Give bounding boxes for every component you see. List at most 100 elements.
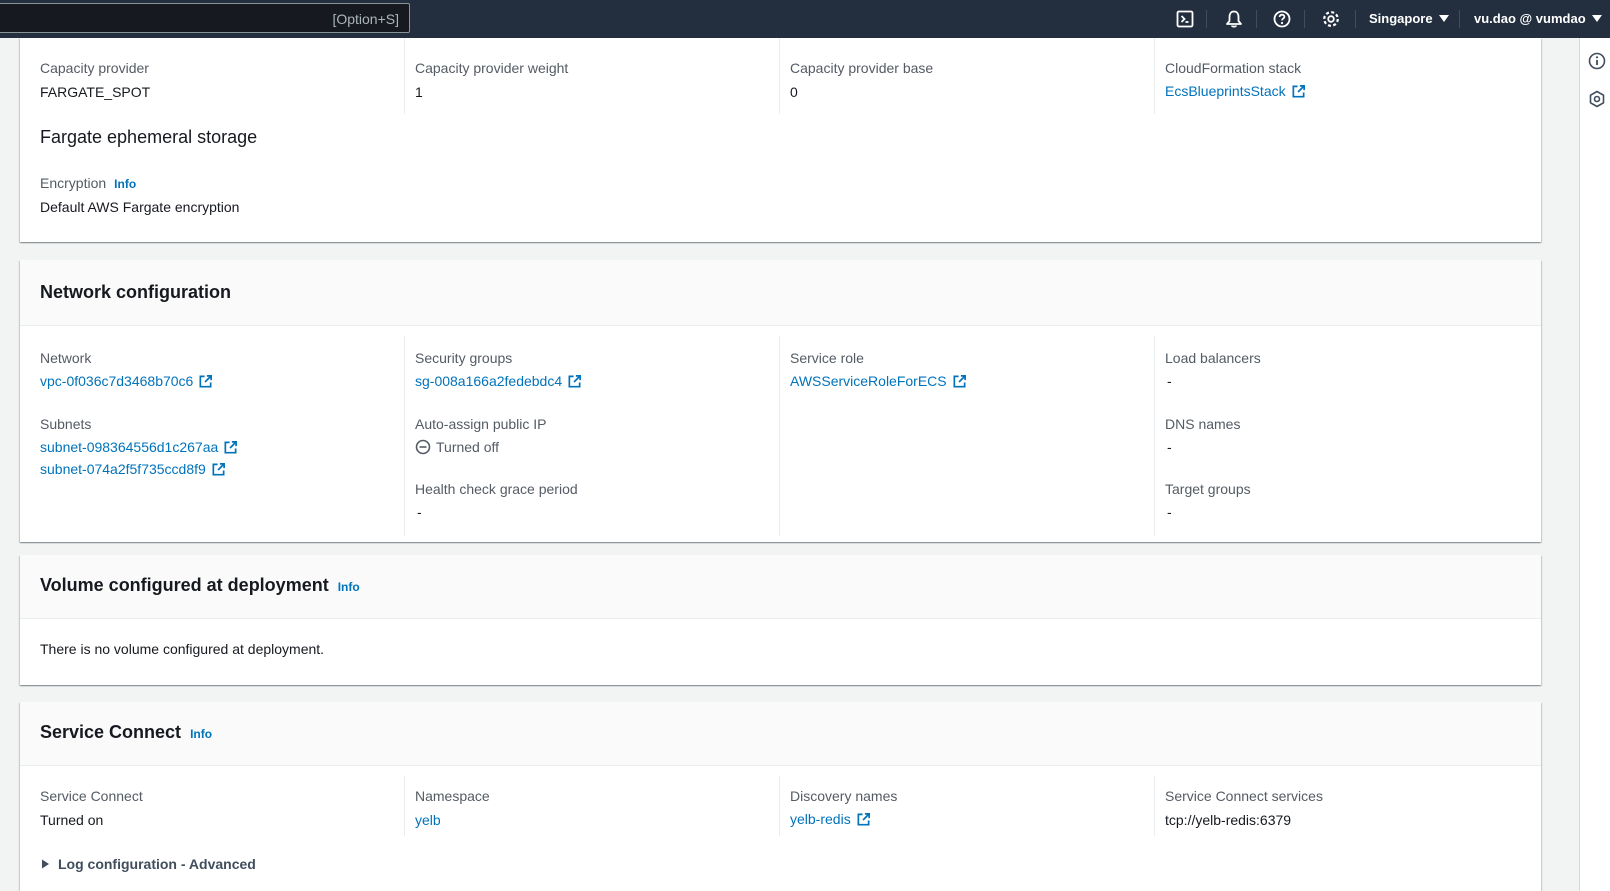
cloudshell-icon[interactable] xyxy=(1174,8,1196,30)
search-shortcut-hint: [Option+S] xyxy=(332,11,399,27)
service-connect-header: Service Connect Info xyxy=(20,702,1541,766)
security-group-link[interactable]: sg-008a166a2fedebdc4 xyxy=(415,373,582,389)
capacity-base-value: 0 xyxy=(790,84,798,100)
service-connect-label: Service Connect xyxy=(40,788,143,804)
ephemeral-storage-heading: Fargate ephemeral storage xyxy=(40,127,258,147)
service-connect-info-link[interactable]: Info xyxy=(190,727,212,741)
service-connect-title-row: Service Connect Info xyxy=(40,722,212,743)
network-value: vpc-0f036c7d3468b70c6 xyxy=(40,373,194,389)
target-groups-value: - xyxy=(1167,504,1172,520)
external-link-icon xyxy=(198,374,213,389)
log-configuration-label: Log configuration - Advanced xyxy=(58,856,256,872)
caret-down-icon xyxy=(1438,15,1449,22)
encryption-label: Encryption xyxy=(40,175,107,191)
namespace-label: Namespace xyxy=(415,788,490,804)
subnets-label: Subnets xyxy=(40,416,92,432)
info-panel-icon[interactable] xyxy=(1587,51,1607,71)
volume-header: Volume configured at deployment Info xyxy=(20,555,1541,619)
account-label: vu.dao @ vumdao xyxy=(1474,11,1586,26)
capacity-provider-column: Capacity provider FARGATE_SPOT xyxy=(20,38,395,114)
cloudformation-stack-label: CloudFormation stack xyxy=(1165,60,1302,76)
subnet-value: subnet-098364556d1c267aa xyxy=(40,439,219,455)
cloudformation-column: CloudFormation stack EcsBlueprintsStack xyxy=(1154,38,1529,114)
network-link[interactable]: vpc-0f036c7d3468b70c6 xyxy=(40,373,213,389)
cloudformation-stack-value: EcsBlueprintsStack xyxy=(1165,83,1286,99)
grace-period-label: Health check grace period xyxy=(415,481,578,497)
capacity-weight-value: 1 xyxy=(415,84,423,100)
log-configuration-toggle[interactable]: Log configuration - Advanced xyxy=(40,856,256,872)
nav-separator xyxy=(1256,10,1257,28)
target-groups-label: Target groups xyxy=(1165,481,1251,497)
capacity-weight-label: Capacity provider weight xyxy=(415,60,569,76)
namespace-column: Namespace yelb xyxy=(404,776,779,836)
namespace-value: yelb xyxy=(415,812,441,828)
network-configuration-title: Network configuration xyxy=(40,282,232,302)
public-ip-status: Turned off xyxy=(415,439,499,455)
discovery-names-column: Discovery names yelb-redis xyxy=(779,776,1154,836)
discovery-name-link[interactable]: yelb-redis xyxy=(790,811,871,827)
service-connect-title: Service Connect xyxy=(40,722,182,742)
search-input[interactable]: [Option+S] xyxy=(0,3,410,33)
load-balancers-value: - xyxy=(1167,373,1172,389)
nav-separator xyxy=(1459,10,1460,28)
region-selector[interactable]: Singapore xyxy=(1369,11,1449,26)
service-connect-panel: Service Connect Info Service Connect Tur… xyxy=(20,702,1541,891)
external-link-icon xyxy=(856,812,871,827)
external-link-icon xyxy=(567,374,582,389)
security-groups-label: Security groups xyxy=(415,350,513,366)
network-column: Network vpc-0f036c7d3468b70c6 Subnets su… xyxy=(20,326,404,542)
volume-empty-message: There is no volume configured at deploym… xyxy=(40,641,325,657)
public-ip-label: Auto-assign public IP xyxy=(415,416,547,432)
encryption-value: Default AWS Fargate encryption xyxy=(40,199,240,215)
capacity-weight-column: Capacity provider weight 1 xyxy=(404,38,779,114)
capacity-provider-label: Capacity provider xyxy=(40,60,149,76)
service-role-column: Service role AWSServiceRoleForECS xyxy=(779,336,1154,536)
caret-down-icon xyxy=(1591,15,1602,22)
network-label: Network xyxy=(40,350,92,366)
top-navigation: [Option+S] Singapore vu.dao @ vumdao xyxy=(0,0,1610,38)
external-link-icon xyxy=(952,374,967,389)
nav-separator xyxy=(1304,10,1305,28)
security-group-value: sg-008a166a2fedebdc4 xyxy=(415,373,563,389)
service-configuration-panel: Capacity provider FARGATE_SPOT Capacity … xyxy=(20,38,1541,242)
service-connect-value: Turned on xyxy=(40,812,104,828)
encryption-label-row: Encryption Info xyxy=(40,175,136,191)
subnet-link[interactable]: subnet-098364556d1c267aa xyxy=(40,439,238,455)
capacity-base-label: Capacity provider base xyxy=(790,60,934,76)
dns-names-value: - xyxy=(1167,439,1172,455)
volume-panel: Volume configured at deployment Info The… xyxy=(20,555,1541,685)
subnet-link[interactable]: subnet-074a2f5f735ccd8f9 xyxy=(40,461,226,477)
status-stopped-icon xyxy=(415,439,431,455)
bell-icon[interactable] xyxy=(1223,8,1245,30)
volume-title-row: Volume configured at deployment Info xyxy=(40,575,360,596)
hexagon-icon[interactable] xyxy=(1587,89,1607,109)
encryption-info-link[interactable]: Info xyxy=(114,177,136,191)
service-connect-status-column: Service Connect Turned on xyxy=(20,766,404,836)
discovery-names-label: Discovery names xyxy=(790,788,898,804)
cloudformation-stack-link[interactable]: EcsBlueprintsStack xyxy=(1165,83,1306,99)
nav-separator xyxy=(1355,10,1356,28)
load-balancers-label: Load balancers xyxy=(1165,350,1261,366)
account-menu[interactable]: vu.dao @ vumdao xyxy=(1474,11,1602,26)
service-connect-services-column: Service Connect services tcp://yelb-redi… xyxy=(1154,776,1529,836)
external-link-icon xyxy=(1291,84,1306,99)
capacity-provider-value: FARGATE_SPOT xyxy=(40,84,151,100)
region-label: Singapore xyxy=(1369,11,1433,26)
grace-period-value: - xyxy=(417,504,422,520)
nav-separator xyxy=(1206,10,1207,28)
external-link-icon xyxy=(223,440,238,455)
security-column: Security groups sg-008a166a2fedebdc4 Aut… xyxy=(404,336,779,536)
service-role-value: AWSServiceRoleForECS xyxy=(790,373,947,389)
help-icon[interactable] xyxy=(1271,8,1293,30)
external-link-icon xyxy=(211,462,226,477)
namespace-link[interactable]: yelb xyxy=(415,812,441,828)
volume-info-link[interactable]: Info xyxy=(338,580,360,594)
caret-right-icon xyxy=(42,859,49,869)
subnet-value: subnet-074a2f5f735ccd8f9 xyxy=(40,461,206,477)
service-role-link[interactable]: AWSServiceRoleForECS xyxy=(790,373,967,389)
network-configuration-panel: Network configuration Network vpc-0f036c… xyxy=(20,260,1541,542)
settings-icon[interactable] xyxy=(1320,8,1342,30)
discovery-name-value: yelb-redis xyxy=(790,811,851,827)
volume-title: Volume configured at deployment xyxy=(40,575,329,595)
service-connect-services-value: tcp://yelb-redis:6379 xyxy=(1165,812,1292,828)
